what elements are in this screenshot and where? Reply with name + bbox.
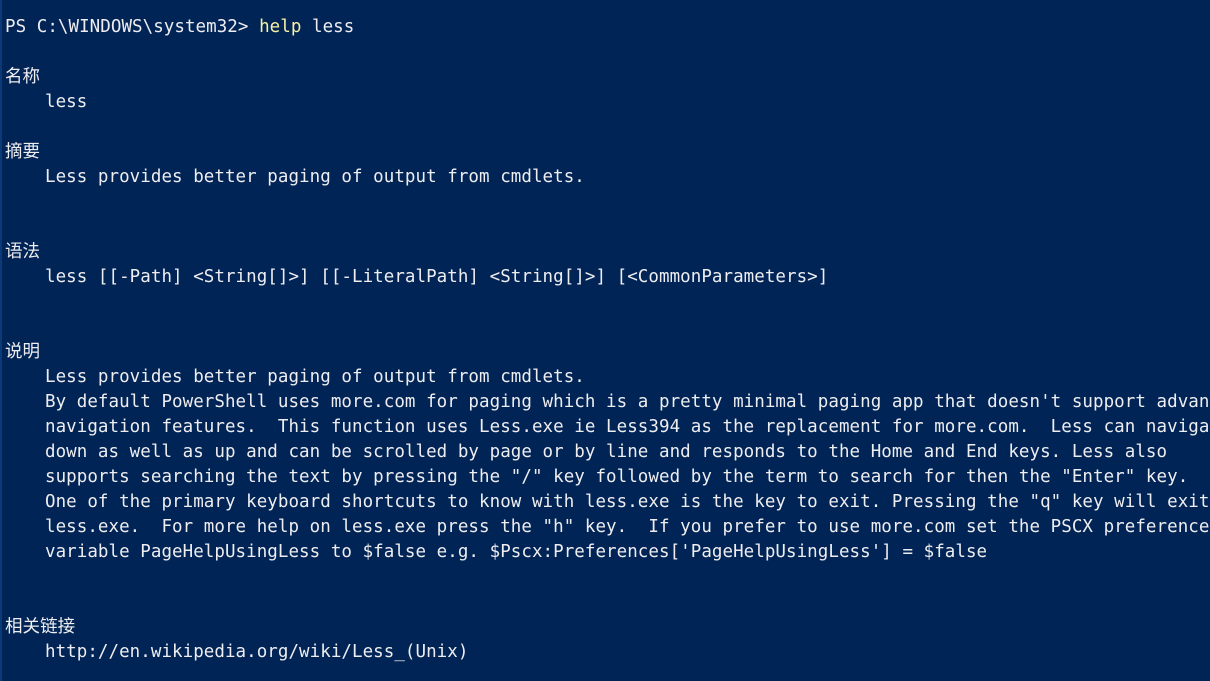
synopsis-heading: 摘要 [5,142,41,162]
description-line: One of the primary keyboard shortcuts to… [45,492,1210,512]
description-line: supports searching the text by pressing … [45,467,1189,487]
prompt-command: help [259,17,302,37]
powershell-console[interactable]: PS C:\WINDOWS\system32> help less 名称 les… [0,0,1210,681]
prompt-path: PS C:\WINDOWS\system32> [5,17,260,37]
name-value: less [45,92,88,112]
description-line: By default PowerShell uses more.com for … [45,392,1210,412]
description-line: navigation features. This function uses … [45,417,1210,437]
name-heading: 名称 [5,67,41,87]
description-line: down as well as up and can be scrolled b… [45,442,1168,462]
prompt-argument: less [301,17,355,37]
synopsis-text: Less provides better paging of output fr… [45,167,585,187]
syntax-text: less [[-Path] <String[]>] [[-LiteralPath… [45,267,829,287]
related-link-url: http://en.wikipedia.org/wiki/Less_(Unix) [45,642,469,662]
prompt-line: PS C:\WINDOWS\system32> help less [5,15,354,40]
description-line: less.exe. For more help on less.exe pres… [45,517,1210,537]
description-line: variable PageHelpUsingLess to $false e.g… [45,542,988,562]
description-line: Less provides better paging of output fr… [45,367,585,387]
related-links-heading: 相关链接 [5,617,76,637]
syntax-heading: 语法 [5,242,41,262]
description-heading: 说明 [5,342,41,362]
